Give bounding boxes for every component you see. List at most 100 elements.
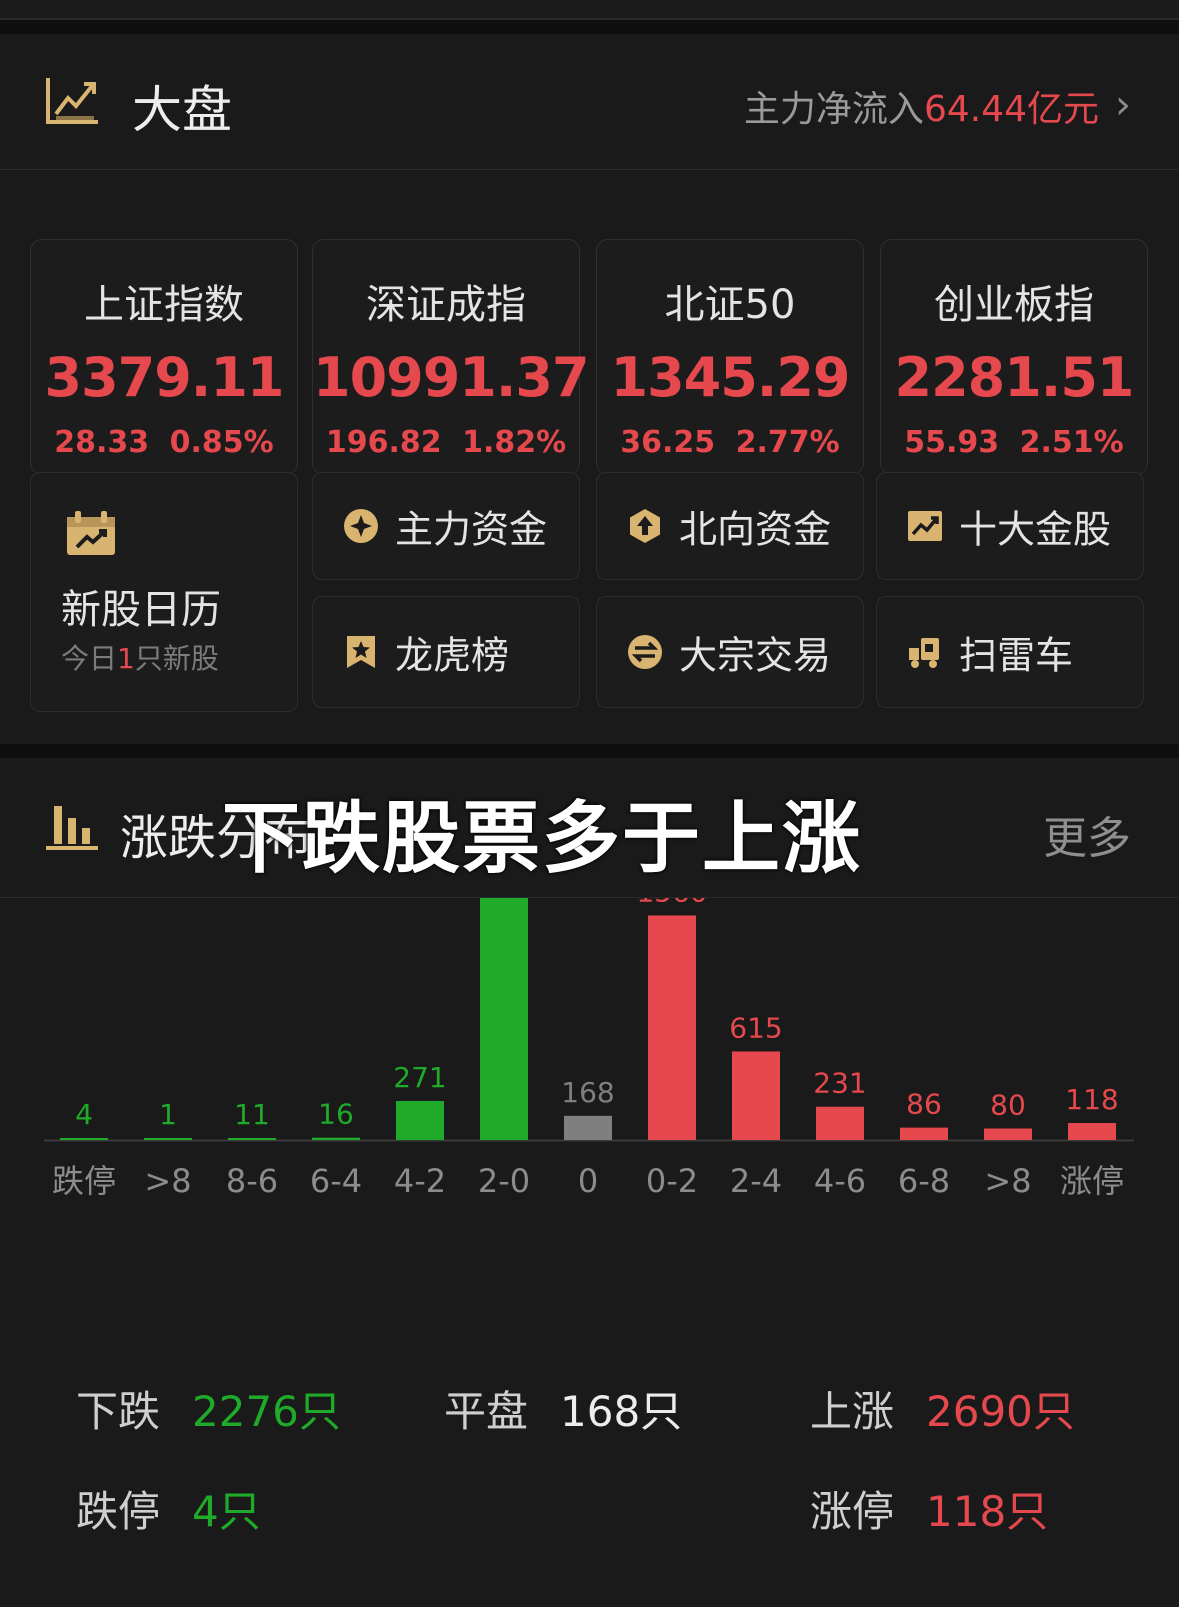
index-change: 55.93 2.51% — [904, 425, 1124, 460]
stat-down: 下跌 2276只 — [76, 1378, 341, 1439]
tool-label: 十大金股 — [959, 507, 1112, 552]
chevron-right-icon[interactable]: › — [1115, 82, 1131, 128]
tool-risk-scanner[interactable]: 扫雷车 — [876, 596, 1144, 708]
value-label-4: 271 — [393, 1061, 446, 1094]
index-price: 10991.37 — [313, 346, 590, 409]
index-change: 196.82 1.82% — [325, 425, 567, 460]
category-label-1: >8 — [144, 1162, 191, 1200]
stat-limit-up: 涨停 118只 — [810, 1478, 1048, 1539]
northbound-icon — [630, 509, 660, 543]
exchange-icon — [628, 635, 662, 669]
distribution-panel: 涨跌分布 下跌股票多于上涨 更多 4 跌停 1 >8 11 8-6 16 6-4 271 4-2 1… — [0, 758, 1179, 1607]
index-name: 深证成指 — [366, 282, 526, 328]
tool-label: 扫雷车 — [959, 633, 1074, 678]
tool-dragon-tiger-list[interactable]: 龙虎榜 — [312, 596, 580, 708]
index-name: 创业板指 — [934, 282, 1094, 328]
top-strip — [0, 0, 1179, 20]
ipo-title: 新股日历 — [61, 587, 221, 633]
tool-label: 北向资金 — [679, 507, 832, 552]
distribution-header[interactable]: 涨跌分布 下跌股票多于上涨 更多 — [0, 758, 1179, 898]
tool-label: 主力资金 — [395, 507, 548, 552]
tool-label: 龙虎榜 — [395, 633, 510, 678]
bookmark-star-icon — [347, 636, 375, 668]
category-label-9: 4-6 — [814, 1162, 866, 1200]
bar-12 — [1068, 1123, 1116, 1140]
tool-main-fund[interactable]: 主力资金 — [312, 472, 580, 580]
inflow-value: 64.44亿元 — [923, 89, 1099, 130]
value-label-3: 16 — [318, 1098, 354, 1131]
category-label-10: 6-8 — [898, 1162, 950, 1200]
bar-11 — [984, 1128, 1032, 1140]
category-label-2: 8-6 — [226, 1162, 278, 1200]
bar-4 — [396, 1100, 444, 1140]
bar-9 — [816, 1106, 864, 1140]
value-label-1: 1 — [159, 1098, 177, 1131]
tool-label: 大宗交易 — [679, 633, 832, 678]
category-label-11: >8 — [984, 1162, 1031, 1200]
distribution-bar-chart: 4跌停1>8118-6166-42714-219732-0168015600-2… — [44, 898, 1134, 1200]
index-card-shanghai[interactable]: 上证指数 3379.11 28.33 0.85% — [30, 239, 298, 475]
stat-flat-value: 168只 — [560, 1387, 683, 1436]
value-label-11: 80 — [990, 1088, 1026, 1121]
bar-5 — [480, 898, 528, 1140]
bar-chart-icon — [46, 806, 98, 850]
index-change: 28.33 0.85% — [54, 425, 274, 460]
index-card-beijing50[interactable]: 北证50 1345.29 36.25 2.77% — [596, 239, 864, 475]
stat-limit-up-value: 118只 — [926, 1487, 1049, 1536]
value-label-9: 231 — [813, 1067, 866, 1100]
category-label-4: 4-2 — [394, 1162, 446, 1200]
category-label-12: 涨停 — [1060, 1162, 1124, 1200]
value-label-6: 168 — [561, 1076, 614, 1109]
index-card-chinext[interactable]: 创业板指 2281.51 55.93 2.51% — [880, 239, 1148, 475]
stat-up-value: 2690只 — [926, 1387, 1075, 1436]
overlay-caption: 下跌股票多于上涨 — [222, 794, 863, 884]
market-panel: 大盘 主力净流入64.44亿元 › 上证指数 3379.11 28.33 0.8… — [0, 34, 1179, 744]
index-price: 1345.29 — [610, 346, 851, 409]
market-header[interactable]: 大盘 主力净流入64.44亿元 › — [0, 34, 1179, 170]
index-card-shenzhen[interactable]: 深证成指 10991.37 196.82 1.82% — [312, 239, 590, 475]
tool-top10-stocks[interactable]: 十大金股 — [876, 472, 1144, 580]
bar-8 — [732, 1051, 780, 1140]
ipo-subtitle: 今日1只新股 — [61, 642, 219, 675]
inflow-label: 主力净流入 — [743, 89, 924, 130]
bar-2 — [228, 1138, 276, 1140]
category-label-8: 2-4 — [730, 1162, 782, 1200]
bar-0 — [60, 1138, 108, 1140]
stat-limit-down-value: 4只 — [192, 1487, 261, 1536]
value-label-0: 4 — [75, 1098, 93, 1131]
trend-chart-icon — [908, 511, 942, 541]
ipo-calendar-card[interactable]: 新股日历 今日1只新股 — [30, 472, 298, 712]
bar-10 — [900, 1127, 948, 1140]
bar-7 — [648, 915, 696, 1140]
stat-flat: 平盘 168只 — [444, 1378, 682, 1439]
category-label-7: 0-2 — [646, 1162, 698, 1200]
tool-block-trade[interactable]: 大宗交易 — [596, 596, 864, 708]
index-change: 36.25 2.77% — [620, 425, 840, 460]
stat-up: 上涨 2690只 — [810, 1378, 1075, 1439]
value-label-8: 615 — [729, 1011, 782, 1044]
stat-down-label: 下跌 — [76, 1387, 161, 1436]
bar-1 — [144, 1138, 192, 1140]
stat-down-value: 2276只 — [192, 1387, 341, 1436]
market-title: 大盘 — [132, 81, 232, 139]
bar-3 — [312, 1137, 360, 1140]
tool-northbound[interactable]: 北向资金 — [596, 472, 864, 580]
stat-limit-up-label: 涨停 — [810, 1487, 895, 1536]
category-label-3: 6-4 — [310, 1162, 362, 1200]
main-net-inflow[interactable]: 主力净流入64.44亿元 — [744, 80, 1099, 132]
index-name: 北证50 — [664, 282, 796, 328]
value-label-7: 1560 — [636, 898, 707, 908]
stat-up-label: 上涨 — [810, 1387, 895, 1436]
stat-flat-label: 平盘 — [444, 1387, 529, 1436]
value-label-2: 11 — [234, 1098, 270, 1131]
calendar-icon — [67, 511, 115, 555]
main-fund-icon — [344, 509, 378, 543]
more-link[interactable]: 更多 — [1043, 802, 1131, 866]
bar-6 — [564, 1115, 612, 1140]
category-label-5: 2-0 — [478, 1162, 530, 1200]
value-label-10: 86 — [906, 1088, 942, 1121]
market-trend-icon — [46, 78, 98, 124]
stat-limit-down: 跌停 4只 — [76, 1478, 261, 1539]
index-name: 上证指数 — [84, 282, 244, 328]
index-price: 3379.11 — [44, 346, 285, 409]
